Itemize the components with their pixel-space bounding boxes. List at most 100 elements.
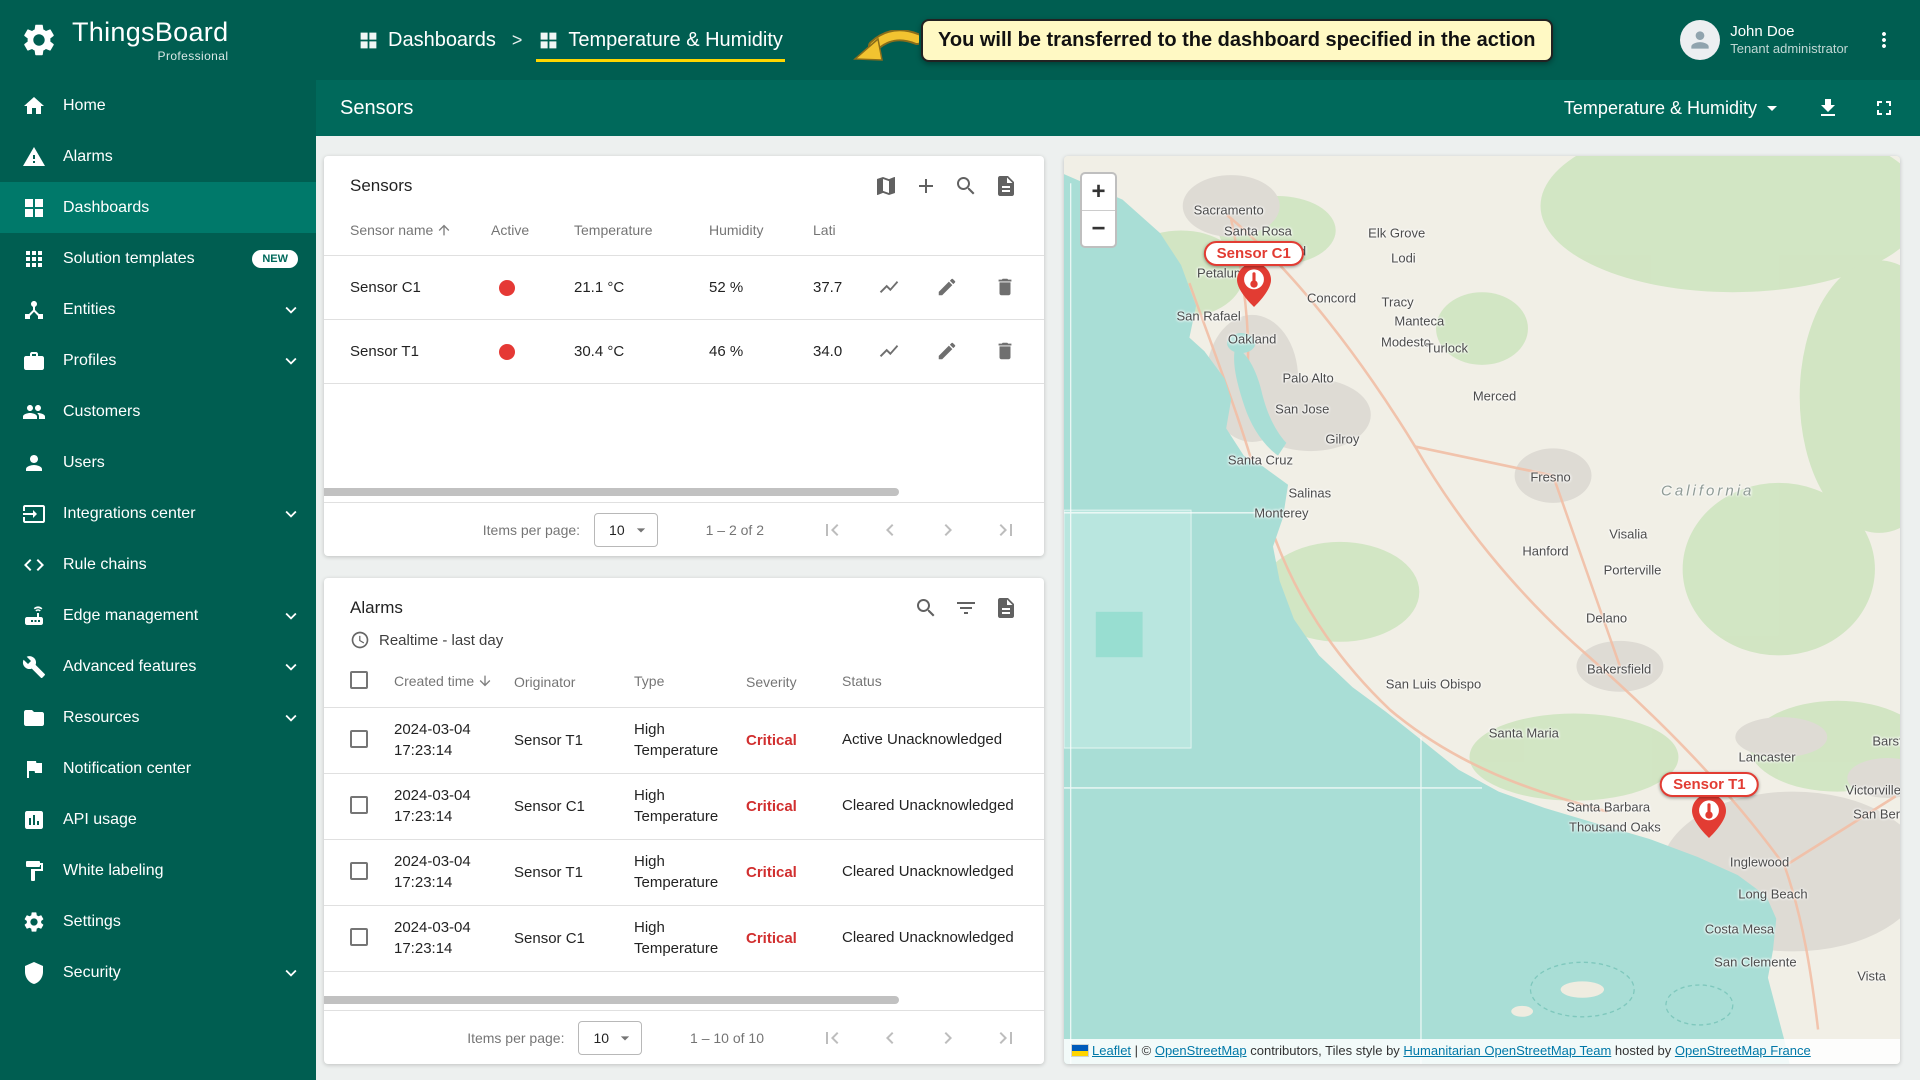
alarm-row[interactable]: 2024-03-0417:23:14 Sensor T1 High Temper…: [324, 840, 1044, 906]
sidebar-item-alarms[interactable]: Alarms: [0, 131, 316, 182]
user-role: Tenant administrator: [1730, 41, 1848, 58]
sidebar-item-customers[interactable]: Customers: [0, 386, 316, 437]
map-city-label: Fresno: [1530, 469, 1570, 484]
horizontal-scrollbar[interactable]: [324, 488, 899, 496]
edit-icon[interactable]: [936, 276, 960, 300]
attribution-link[interactable]: OpenStreetMap: [1155, 1043, 1247, 1058]
sidebar-item-advanced-features[interactable]: Advanced features: [0, 641, 316, 692]
chevron-down-icon: [280, 350, 302, 372]
sidebar-item-resources[interactable]: Resources: [0, 692, 316, 743]
sidebar-item-settings[interactable]: Settings: [0, 896, 316, 947]
attribution-link[interactable]: Humanitarian OpenStreetMap Team: [1403, 1043, 1611, 1058]
items-per-page-select[interactable]: 10: [594, 513, 658, 547]
map-marker-sensor-t1[interactable]: [1692, 794, 1726, 843]
first-page-icon[interactable]: [820, 1026, 844, 1050]
breadcrumb-dashboards[interactable]: Dashboards: [356, 25, 498, 56]
last-page-icon[interactable]: [994, 1026, 1018, 1050]
sidebar-item-entities[interactable]: Entities: [0, 284, 316, 335]
alarm-status: Cleared Unacknowledged: [842, 796, 1018, 816]
row-checkbox[interactable]: [350, 730, 368, 748]
alarm-row[interactable]: 2024-03-0417:23:14 Sensor C1 High Temper…: [324, 774, 1044, 840]
app-logo[interactable]: ThingsBoard Professional: [0, 0, 316, 80]
chevron-down-icon: [1760, 96, 1784, 120]
horizontal-scrollbar[interactable]: [324, 996, 899, 1004]
alarm-row[interactable]: 2024-03-0417:23:14 Sensor T1 High Temper…: [324, 708, 1044, 774]
map-city-label: Costa Mesa: [1705, 921, 1774, 936]
zoom-in-button[interactable]: +: [1082, 174, 1115, 210]
export-icon[interactable]: [994, 596, 1018, 620]
sensors-table-header: Sensor name Active Temperature Humidity …: [324, 204, 1044, 256]
next-page-icon[interactable]: [936, 518, 960, 542]
sort-ascending-icon[interactable]: [436, 222, 452, 238]
sidebar-item-label: Resources: [63, 709, 263, 727]
breadcrumb-current-dashboard[interactable]: Temperature & Humidity: [536, 25, 785, 56]
previous-page-icon[interactable]: [878, 1026, 902, 1050]
filter-icon[interactable]: [954, 596, 978, 620]
map-marker-label[interactable]: Sensor C1: [1204, 241, 1304, 266]
sidebar-item-security[interactable]: Security: [0, 947, 316, 998]
row-checkbox[interactable]: [350, 928, 368, 946]
alarms-widget-title: Alarms: [350, 598, 403, 618]
edit-icon[interactable]: [936, 340, 960, 364]
map-city-label: Hanford: [1522, 543, 1568, 558]
last-page-icon[interactable]: [994, 518, 1018, 542]
dashboards-icon: [538, 30, 559, 51]
attribution-link[interactable]: Leaflet: [1092, 1043, 1131, 1058]
sidebar-item-solution-templates[interactable]: Solution templates NEW: [0, 233, 316, 284]
sensor-humidity: 46 %: [709, 343, 813, 360]
map-canvas[interactable]: [1064, 156, 1900, 1064]
items-per-page-select[interactable]: 10: [578, 1021, 642, 1055]
map-city-label: Santa Cruz: [1228, 453, 1293, 468]
export-icon[interactable]: [994, 174, 1018, 198]
map-city-label: Manteca: [1394, 314, 1444, 329]
alarm-severity: Critical: [746, 864, 842, 881]
attribution-link[interactable]: OpenStreetMap France: [1675, 1043, 1811, 1058]
sort-descending-icon[interactable]: [477, 673, 493, 689]
zoom-out-button[interactable]: −: [1082, 210, 1115, 246]
sensor-row[interactable]: Sensor C1 21.1 °C 52 % 37.7: [324, 256, 1044, 320]
alarm-originator: Sensor C1: [514, 930, 634, 947]
white-labeling-icon: [22, 859, 46, 883]
more-menu-icon[interactable]: [1872, 28, 1896, 52]
sidebar-item-white-labeling[interactable]: White labeling: [0, 845, 316, 896]
delete-icon[interactable]: [994, 276, 1018, 300]
sidebar-item-home[interactable]: Home: [0, 80, 316, 131]
previous-page-icon[interactable]: [878, 518, 902, 542]
search-icon[interactable]: [954, 174, 978, 198]
next-page-icon[interactable]: [936, 1026, 960, 1050]
user-block[interactable]: John Doe Tenant administrator: [1680, 20, 1848, 60]
dashboard-state-select[interactable]: Temperature & Humidity: [1564, 96, 1784, 120]
map-city-label: Barstow: [1872, 733, 1900, 748]
row-checkbox[interactable]: [350, 796, 368, 814]
sidebar-item-edge-management[interactable]: Edge management: [0, 590, 316, 641]
alarms-table-header: Created time Originator Type Severity St…: [324, 656, 1044, 708]
first-page-icon[interactable]: [820, 518, 844, 542]
sensor-row[interactable]: Sensor T1 30.4 °C 46 % 34.0: [324, 320, 1044, 384]
sidebar-item-users[interactable]: Users: [0, 437, 316, 488]
map-marker-sensor-c1[interactable]: [1237, 263, 1271, 312]
timeseries-chart-icon[interactable]: [878, 340, 902, 364]
sensors-widget: Sensors Sensor name Activ: [324, 156, 1044, 556]
alarm-row[interactable]: 2024-03-0417:23:14 Sensor C1 High Temper…: [324, 906, 1044, 972]
timeseries-chart-icon[interactable]: [878, 276, 902, 300]
add-entity-icon[interactable]: [914, 174, 938, 198]
map-icon[interactable]: [874, 174, 898, 198]
sidebar-item-profiles[interactable]: Profiles: [0, 335, 316, 386]
timewindow-button[interactable]: Realtime - last day: [324, 626, 1044, 656]
download-icon[interactable]: [1816, 96, 1840, 120]
delete-icon[interactable]: [994, 340, 1018, 364]
select-all-checkbox[interactable]: [350, 671, 368, 689]
map-marker-label[interactable]: Sensor T1: [1660, 772, 1759, 797]
fullscreen-icon[interactable]: [1872, 96, 1896, 120]
sidebar-item-integrations-center[interactable]: Integrations center: [0, 488, 316, 539]
search-icon[interactable]: [914, 596, 938, 620]
users-icon: [22, 451, 46, 475]
sidebar-item-api-usage[interactable]: API usage: [0, 794, 316, 845]
sidebar-item-notification-center[interactable]: Notification center: [0, 743, 316, 794]
dashboard-toolbar: Sensors Temperature & Humidity: [316, 80, 1920, 136]
integrations-icon: [22, 502, 46, 526]
row-checkbox[interactable]: [350, 862, 368, 880]
sidebar-item-dashboards[interactable]: Dashboards: [0, 182, 316, 233]
sidebar-item-rule-chains[interactable]: Rule chains: [0, 539, 316, 590]
clock-icon: [350, 630, 370, 650]
